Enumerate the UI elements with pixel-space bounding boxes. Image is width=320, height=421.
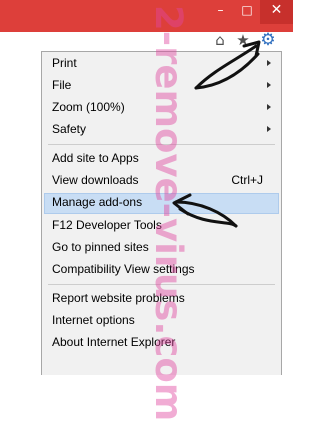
- arrow-to-gear-icon: [194, 40, 261, 90]
- arrow-to-manage-add-ons: [172, 193, 238, 228]
- annotation-arrows: [172, 40, 261, 228]
